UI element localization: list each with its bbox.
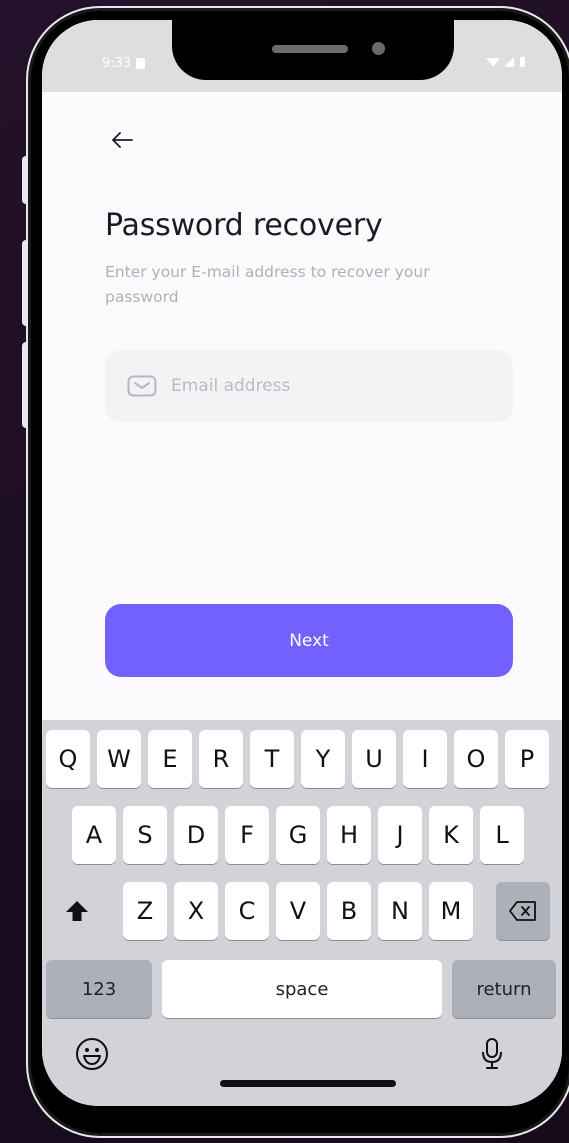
key-v[interactable]: V [276, 882, 320, 940]
wifi-icon [486, 57, 500, 67]
key-f[interactable]: F [225, 806, 269, 864]
key-b[interactable]: B [327, 882, 371, 940]
phone-screen: 9:33 Password recovery Enter your E-mail… [42, 20, 562, 1106]
notch [172, 20, 454, 80]
microphone-icon [482, 1038, 502, 1069]
key-l[interactable]: L [480, 806, 524, 864]
space-key[interactable]: space [162, 960, 442, 1018]
key-m[interactable]: M [429, 882, 473, 940]
status-time-label: 9:33 [102, 56, 132, 71]
page-title: Password recovery [105, 208, 383, 243]
key-o[interactable]: O [454, 730, 498, 788]
key-n[interactable]: N [378, 882, 422, 940]
page-subtitle: Enter your E-mail address to recover you… [105, 263, 430, 306]
next-button[interactable]: Next [105, 604, 513, 677]
key-k[interactable]: K [429, 806, 473, 864]
key-h[interactable]: H [327, 806, 371, 864]
key-j[interactable]: J [378, 806, 422, 864]
key-w[interactable]: W [97, 730, 141, 788]
keyboard: Q W E R T Y U I O P A S D F G H J K L Z … [42, 720, 562, 1106]
shift-key[interactable] [50, 882, 104, 940]
key-z[interactable]: Z [123, 882, 167, 940]
return-key[interactable]: return [452, 960, 556, 1018]
email-field[interactable] [105, 350, 513, 422]
speaker-grille [272, 45, 348, 53]
key-d[interactable]: D [174, 806, 218, 864]
key-i[interactable]: I [403, 730, 447, 788]
backspace-key[interactable] [496, 882, 550, 940]
status-indicators [486, 56, 526, 68]
emoji-button[interactable] [72, 1034, 112, 1074]
emoji-icon [76, 1038, 108, 1070]
key-c[interactable]: C [225, 882, 269, 940]
numbers-key[interactable]: 123 [46, 960, 152, 1018]
microphone-button[interactable] [472, 1034, 512, 1074]
shift-icon [66, 901, 88, 921]
key-q[interactable]: Q [46, 730, 90, 788]
backspace-icon [509, 901, 536, 921]
back-button[interactable] [105, 123, 139, 157]
home-indicator[interactable] [220, 1080, 396, 1087]
key-y[interactable]: Y [301, 730, 345, 788]
email-input[interactable] [169, 375, 473, 397]
key-g[interactable]: G [276, 806, 320, 864]
front-camera [372, 42, 385, 55]
key-p[interactable]: P [505, 730, 549, 788]
key-t[interactable]: T [250, 730, 294, 788]
key-x[interactable]: X [174, 882, 218, 940]
battery-icon [520, 57, 525, 67]
arrow-left-icon [112, 132, 133, 148]
signal-icon [504, 56, 514, 67]
key-s[interactable]: S [123, 806, 167, 864]
key-a[interactable]: A [72, 806, 116, 864]
sim-card-icon [136, 58, 146, 69]
key-e[interactable]: E [148, 730, 192, 788]
key-u[interactable]: U [352, 730, 396, 788]
key-r[interactable]: R [199, 730, 243, 788]
status-time: 9:33 [102, 56, 146, 71]
mail-icon [127, 375, 157, 397]
